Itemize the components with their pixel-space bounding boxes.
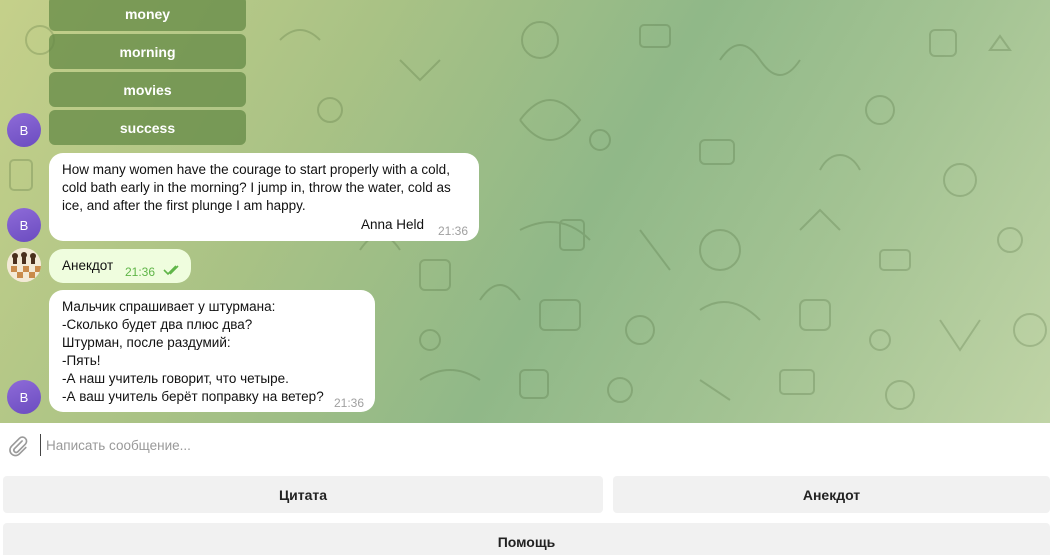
message-bubble-quote: How many women have the courage to start… [49, 153, 479, 241]
user-avatar[interactable] [7, 248, 41, 282]
inline-button-movies[interactable]: movies [49, 72, 246, 107]
message-text: How many women have the courage to start… [62, 162, 451, 213]
bot-avatar[interactable]: B [7, 208, 41, 242]
inline-button-money[interactable]: money [49, 0, 246, 31]
message-input[interactable] [40, 434, 1000, 456]
keyboard-button-quote[interactable]: Цитата [3, 476, 603, 513]
chat-area: money morning movies success B How many … [0, 0, 1050, 423]
message-bubble-joke: Мальчик спрашивает у штурмана: -Сколько … [49, 290, 375, 412]
attach-icon[interactable] [7, 435, 29, 457]
message-time: 21:36 [333, 396, 364, 410]
keyboard-button-help[interactable]: Помощь [3, 523, 1050, 555]
message-text: Анекдот [62, 258, 114, 273]
chess-avatar-icon [7, 248, 41, 282]
message-text: Мальчик спрашивает у штурмана: -Сколько … [62, 299, 324, 404]
inline-button-success[interactable]: success [49, 110, 246, 145]
read-checkmarks-icon [163, 265, 179, 276]
bot-avatar[interactable]: B [7, 113, 41, 147]
message-time: 21:36 [437, 224, 468, 238]
message-composer [0, 423, 1050, 468]
message-time: 21:36 [125, 265, 156, 279]
message-bubble-outgoing: Анекдот 21:36 [49, 249, 191, 283]
inline-button-morning[interactable]: morning [49, 34, 246, 69]
bot-avatar[interactable]: B [7, 380, 41, 414]
keyboard-button-joke[interactable]: Анекдот [613, 476, 1050, 513]
quote-author: Anna Held [360, 217, 424, 232]
